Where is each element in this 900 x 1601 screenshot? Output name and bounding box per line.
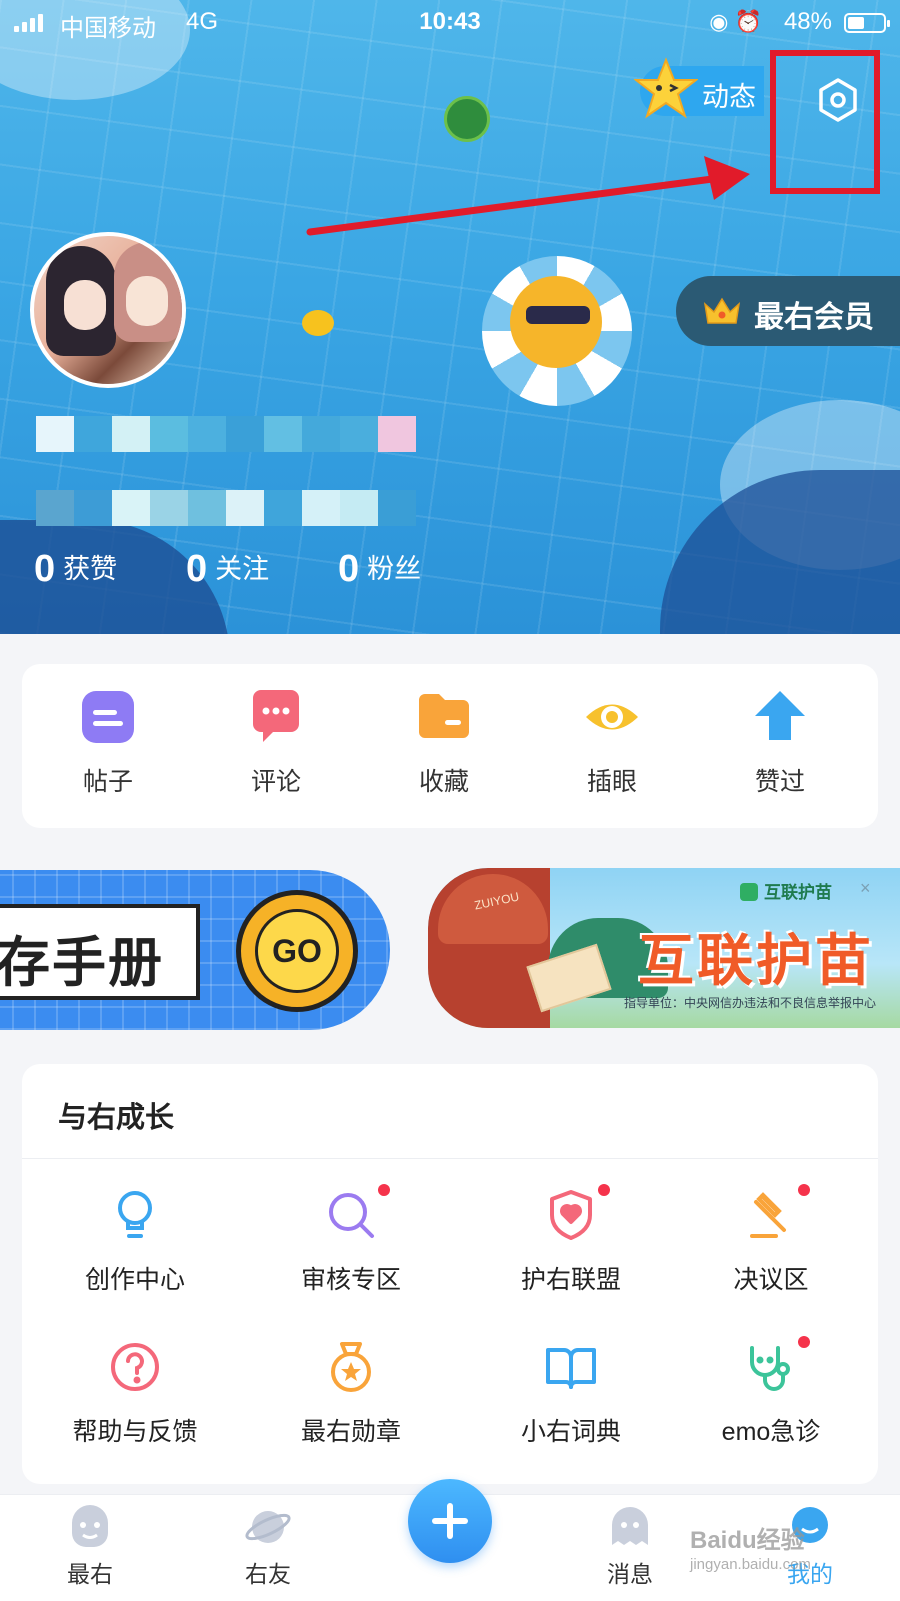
growth-dictionary[interactable]: 小右词典 (476, 1340, 666, 1448)
stat-following[interactable]: 0 关注 (186, 548, 269, 591)
vip-label: 最右会员 (754, 301, 874, 334)
protect-children-banner[interactable]: ZUIYOU 互联护苗 × 互联护苗 指导单位：中央网信办违法和不良信息举报中心 (428, 868, 900, 1028)
dongtai-label: 动态 (702, 82, 756, 112)
sunglasses-emoji-icon (510, 276, 602, 368)
tab-messages[interactable]: 消息 (580, 1503, 680, 1589)
eye-icon (586, 704, 638, 730)
stethoscope-icon (750, 1346, 790, 1391)
create-post-button[interactable] (408, 1479, 492, 1563)
quick-bookmark-eye[interactable]: 插眼 (552, 688, 672, 798)
growth-section: 与右成长 创作中心 审核专区 护右联盟 决议区 帮助与反馈 最右勋章 小右词典 … (22, 1064, 878, 1484)
leaf-badge-icon (740, 883, 758, 901)
status-bar: 中国移动 4G 10:43 ◉ ⏰ 48% (0, 0, 900, 46)
comment-icon (253, 690, 299, 742)
survival-handbook-banner[interactable]: 存手册 GO (0, 870, 390, 1030)
book-icon (546, 1348, 596, 1389)
battery-icon (844, 13, 890, 33)
growth-guardian-alliance[interactable]: 护右联盟 (476, 1184, 666, 1296)
magnifier-icon (329, 1193, 374, 1238)
quick-actions-card: 帖子 评论 收藏 插眼 赞过 (22, 664, 878, 828)
baidu-watermark: Baidu经验 (690, 1527, 805, 1554)
quick-liked[interactable]: 赞过 (720, 688, 840, 798)
star-mascot-icon (634, 57, 698, 119)
quick-comments[interactable]: 评论 (216, 688, 336, 798)
quick-favorites[interactable]: 收藏 (384, 688, 504, 798)
divider (22, 1158, 878, 1159)
growth-creator-center[interactable]: 创作中心 (40, 1188, 230, 1296)
stat-fans[interactable]: 0 粉丝 (338, 548, 421, 591)
notification-dot (378, 1184, 390, 1196)
lightbulb-icon (118, 1191, 152, 1238)
zuiyou-face-icon (72, 1505, 108, 1547)
growth-emo-emergency[interactable]: emo急诊 (676, 1336, 866, 1448)
banner-right-title: 互联护苗 (638, 929, 874, 992)
medal-icon (331, 1342, 371, 1392)
section-title: 与右成长 (58, 1102, 175, 1134)
growth-review-zone[interactable]: 审核专区 (256, 1184, 446, 1296)
crown-icon (703, 297, 741, 324)
banner-right-note: 指导单位：中央网信办违法和不良信息举报中心 (624, 996, 877, 1010)
banner-badge: 互联护苗 (740, 878, 832, 904)
question-icon (111, 1343, 159, 1391)
avatar[interactable] (30, 232, 186, 388)
growth-resolution-zone[interactable]: 决议区 (676, 1184, 866, 1296)
gavel-icon (750, 1192, 786, 1238)
vip-membership-button[interactable]: 最右会员 (676, 276, 900, 346)
thumb-up-arrow-icon (755, 691, 805, 740)
duck-decoration (302, 310, 334, 336)
banner-close-icon[interactable]: × (860, 878, 871, 899)
shield-heart-icon (550, 1190, 592, 1240)
folder-icon (419, 694, 469, 738)
planet-icon (245, 1511, 291, 1543)
profile-header: 中国移动 4G 10:43 ◉ ⏰ 48% 动态 最右会员 0 获赞 0 关注 … (0, 0, 900, 634)
stat-likes[interactable]: 0 获赞 (34, 548, 117, 591)
notification-dot (798, 1336, 810, 1348)
banner-left-title: 存手册 (0, 933, 164, 993)
baidu-watermark-url: jingyan.baidu.com (690, 1556, 811, 1573)
watermelon-decoration (444, 96, 490, 142)
notification-dot (798, 1184, 810, 1196)
tab-zuiyou[interactable]: 最右 (40, 1503, 140, 1589)
message-ghost-icon (612, 1507, 648, 1545)
post-icon (82, 691, 134, 743)
swim-ring-decoration (482, 256, 632, 406)
settings-highlight-annotation (770, 50, 880, 194)
red-arrow-annotation (306, 156, 750, 236)
growth-medals[interactable]: 最右勋章 (256, 1340, 446, 1448)
battery-percent: 48% (783, 8, 832, 35)
tab-friends[interactable]: 右友 (218, 1503, 318, 1589)
growth-help-feedback[interactable]: 帮助与反馈 (40, 1340, 230, 1448)
status-time: 10:43 (419, 8, 481, 35)
mailbox-illustration: ZUIYOU (428, 868, 550, 1028)
alarm-icon: ◉ ⏰ (709, 9, 762, 34)
quick-posts[interactable]: 帖子 (48, 688, 168, 798)
go-button[interactable]: GO (236, 890, 358, 1012)
notification-dot (598, 1184, 610, 1196)
dongtai-button[interactable]: 动态 (634, 57, 764, 119)
